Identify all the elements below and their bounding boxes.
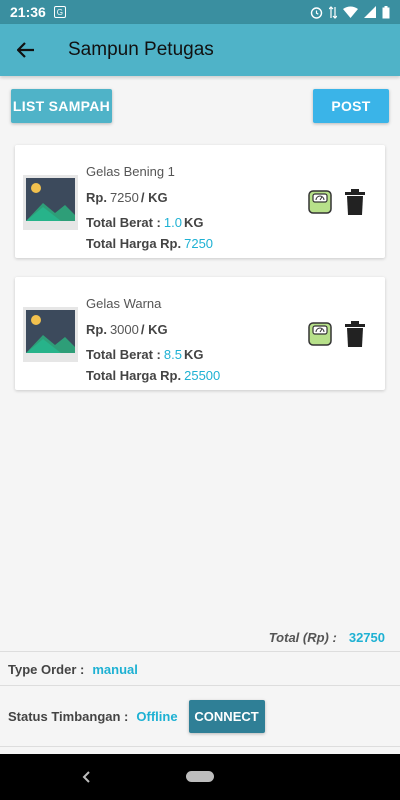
weight-value: 1.0 — [163, 215, 182, 230]
type-order-value: manual — [92, 662, 138, 677]
notification-icon: G — [53, 6, 66, 18]
price-prefix: Rp. — [86, 190, 107, 205]
trash-icon[interactable] — [345, 189, 365, 215]
back-button[interactable] — [0, 24, 52, 76]
data-transfer-icon — [329, 5, 337, 19]
image-placeholder-icon — [23, 307, 78, 362]
price-row: Rp. 7250 / KG — [86, 190, 168, 205]
app-bar: Sampun Petugas — [0, 24, 400, 76]
list-sampah-button[interactable]: LIST SAMPAH — [11, 89, 112, 123]
weight-unit: KG — [183, 215, 204, 230]
grand-total-label: Total (Rp) : — [268, 630, 337, 645]
total-price-label: Total Harga Rp. — [86, 368, 182, 383]
divider — [0, 685, 400, 686]
scale-status-value: Offline — [136, 709, 178, 724]
total-price-row: Total Harga Rp. 25500 — [86, 368, 220, 383]
signal-icon — [364, 6, 376, 18]
divider — [0, 746, 400, 747]
item-card: Gelas Warna Rp. 3000 / KG Total Berat : … — [15, 277, 385, 390]
nav-home-pill[interactable] — [186, 771, 214, 782]
status-time: 21:36 — [10, 4, 46, 20]
divider — [0, 651, 400, 652]
image-placeholder-icon — [23, 175, 78, 230]
weight-label: Total Berat : — [86, 347, 161, 362]
weighing-scale-icon[interactable] — [308, 190, 332, 214]
type-order-row: Type Order : manual — [8, 662, 138, 677]
trash-icon[interactable] — [345, 321, 365, 347]
post-button[interactable]: POST — [313, 89, 389, 123]
total-price-value: 25500 — [184, 368, 221, 383]
arrow-back-icon — [17, 42, 34, 58]
total-price-label: Total Harga Rp. — [86, 236, 182, 251]
grand-total-value: 32750 — [348, 630, 385, 645]
item-card: Gelas Bening 1 Rp. 7250 / KG Total Berat… — [15, 145, 385, 258]
scale-status-label: Status Timbangan : — [8, 709, 129, 724]
nav-back-icon[interactable] — [78, 768, 96, 786]
price-unit: / KG — [140, 190, 168, 205]
price-row: Rp. 3000 / KG — [86, 322, 168, 337]
alarm-icon — [310, 6, 323, 19]
scale-status-row: Status Timbangan : Offline CONNECT — [8, 700, 265, 733]
price-value: 3000 — [109, 322, 139, 337]
wifi-icon — [343, 6, 358, 18]
weight-row: Total Berat : 8.5 KG — [86, 347, 203, 362]
battery-icon — [382, 5, 390, 18]
price-prefix: Rp. — [86, 322, 107, 337]
item-name: Gelas Warna — [86, 296, 162, 311]
page-title: Sampun Petugas — [68, 39, 214, 60]
total-price-row: Total Harga Rp. 7250 — [86, 236, 213, 251]
connect-button[interactable]: CONNECT — [188, 700, 265, 733]
weight-label: Total Berat : — [86, 215, 161, 230]
system-nav-bar — [0, 754, 400, 800]
weight-value: 8.5 — [163, 347, 182, 362]
grand-total: Total (Rp) : 32750 — [269, 630, 385, 645]
price-unit: / KG — [140, 322, 168, 337]
item-name: Gelas Bening 1 — [86, 164, 175, 179]
weighing-scale-icon[interactable] — [308, 322, 332, 346]
type-order-label: Type Order : — [8, 662, 85, 677]
total-price-value: 7250 — [184, 236, 214, 251]
weight-row: Total Berat : 1.0 KG — [86, 215, 203, 230]
weight-unit: KG — [183, 347, 204, 362]
price-value: 7250 — [109, 190, 139, 205]
status-bar: 21:36 G — [0, 0, 400, 24]
